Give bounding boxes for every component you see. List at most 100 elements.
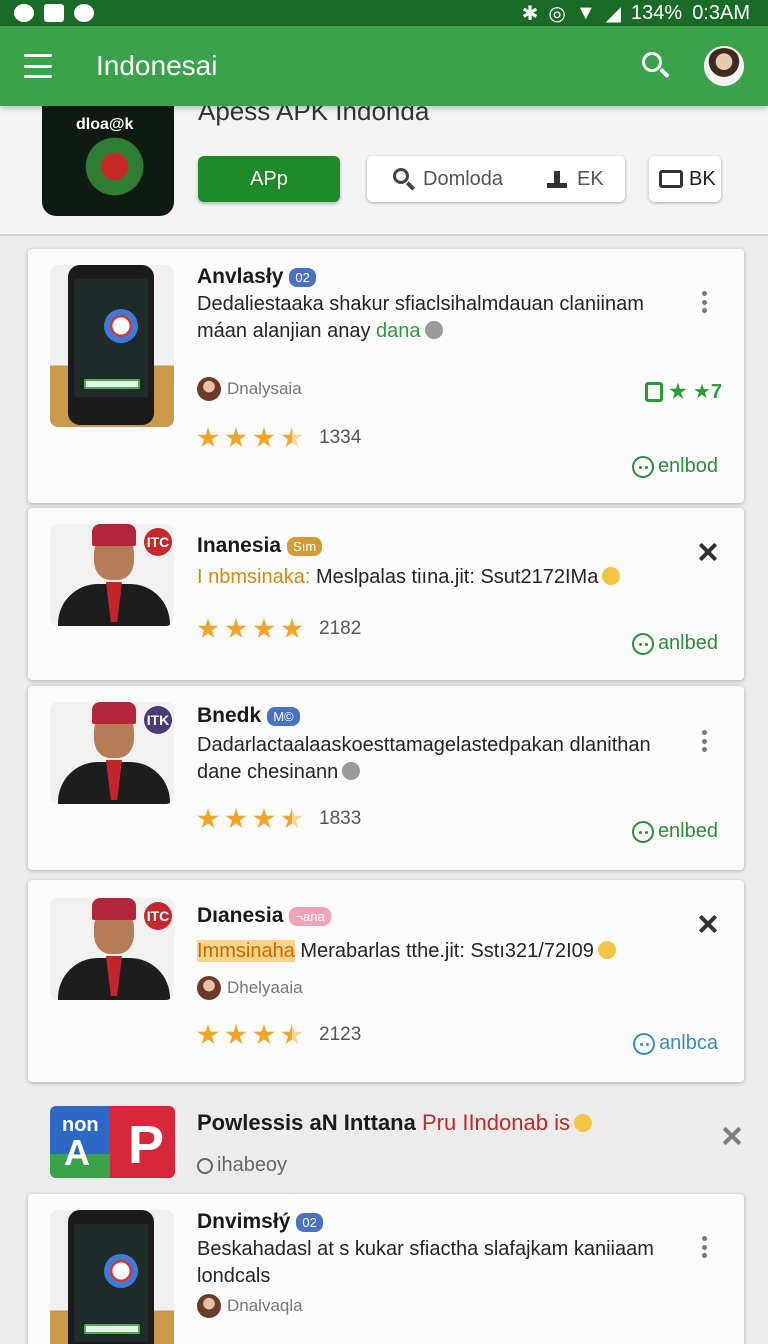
mail-icon — [44, 4, 64, 22]
app-card[interactable]: ITK Bnedk M© Dadarlactaalaaskoesttamagel… — [28, 686, 744, 870]
enable-button[interactable]: anlbca — [633, 1032, 718, 1055]
thumbnail-badge: ITC — [144, 528, 172, 556]
app-rating: 1833 — [197, 808, 361, 830]
featured-app-icon[interactable]: dloa@k — [42, 106, 174, 216]
more-options-icon[interactable] — [702, 730, 710, 752]
alert-icon — [74, 4, 94, 22]
emoji-icon — [424, 321, 443, 339]
star-icon — [253, 618, 275, 639]
promo-text: ★7 — [692, 381, 722, 403]
half-star-icon — [281, 1024, 303, 1045]
app-card[interactable]: ITC Inanesia Sım I nbmsinaka: Meslpalas … — [28, 508, 744, 680]
ad-icon-letter-a: A — [64, 1132, 90, 1173]
battery-level: 134% — [631, 1, 683, 24]
sponsored-row[interactable]: non A P Powlessis aN Inttana Pru IIndona… — [0, 1090, 768, 1190]
more-options-icon[interactable] — [702, 1236, 710, 1258]
enable-button[interactable]: enlbod — [631, 455, 718, 478]
sponsored-app-icon[interactable]: non A P — [50, 1106, 175, 1178]
bk-button[interactable]: BK — [649, 156, 721, 202]
app-card[interactable]: Anvlasły 02 Dedaliestaaka shakur sfiacls… — [28, 249, 744, 503]
author-avatar — [197, 1294, 221, 1318]
notification-icon — [14, 4, 34, 22]
thumbnail-badge: ITC — [144, 902, 172, 930]
app-rating: 1334 — [197, 427, 361, 449]
bk-button-label: BK — [689, 167, 716, 190]
app-thumbnail: ITC — [50, 524, 174, 626]
app-card[interactable]: ITC Dıanesia ¬ana Immsinaha Merabarlas t… — [28, 880, 744, 1082]
app-rating: 2123 — [197, 1024, 361, 1046]
app-tag: 02 — [289, 267, 316, 287]
menu-icon[interactable] — [24, 54, 52, 78]
close-icon[interactable] — [698, 914, 718, 934]
emoji-icon — [573, 1114, 592, 1132]
description-prefix: I nbmsinaka: — [197, 566, 311, 588]
app-title: Indonesai — [96, 50, 218, 81]
app-description: Beskahadasl at s kukar sfiactha slafajka… — [197, 1236, 697, 1290]
enable-button-label: enlbed — [657, 820, 718, 842]
more-options-icon[interactable] — [702, 291, 710, 313]
sponsored-subtitle: ihabeoy — [197, 1154, 287, 1177]
featured-app-icon-label: dloa@k — [76, 116, 134, 133]
screen-icon — [659, 170, 683, 188]
app-title: Bnedk M© — [197, 704, 300, 728]
ek-label: EK — [577, 167, 604, 190]
app-author: Dnalysaia — [197, 377, 302, 401]
enable-button-label: anlbed — [657, 632, 718, 654]
rating-count: 2123 — [319, 1024, 362, 1045]
app-button[interactable]: APp — [198, 156, 340, 202]
search-icon[interactable] — [638, 48, 674, 84]
sponsored-title-text: Powlessis aN Inttana — [197, 1110, 416, 1135]
app-tag: M© — [267, 706, 300, 726]
sponsored-title: Powlessis aN Inttana Pru IIndonab is — [197, 1110, 592, 1136]
author-name: Dnalysaia — [227, 379, 302, 398]
emoji-icon — [602, 567, 621, 585]
chat-icon — [631, 455, 654, 478]
star-icon — [669, 382, 687, 399]
app-description: Dedaliestaaka shakur sfiaclsihalmdauan c… — [197, 291, 697, 345]
star-icon — [281, 618, 303, 639]
app-thumbnail: ITC — [50, 898, 174, 1000]
app-title-text: Anvlasły — [197, 265, 284, 288]
app-description: I nbmsinaka: Meslpalas tiına.jit: Ssut21… — [197, 564, 677, 591]
description-prefix: Immsinaha — [197, 940, 295, 962]
upload-icon — [547, 169, 568, 189]
author-name: Dhelyaaia — [227, 978, 303, 997]
author-avatar — [197, 377, 221, 401]
half-star-icon — [281, 427, 303, 448]
enable-button[interactable]: enlbed — [631, 820, 718, 843]
app-title: Dıanesia ¬ana — [197, 904, 331, 928]
app-description: Immsinaha Merabarlas tthe.jit: Sstı321/7… — [197, 938, 677, 965]
close-icon[interactable] — [722, 1126, 742, 1146]
info-icon — [197, 1157, 213, 1174]
app-thumbnail: ITK — [50, 702, 174, 804]
app-title-text: Inanesia — [197, 534, 282, 557]
description-text: Merabarlas tthe.jit: Sstı321/72I09 — [300, 940, 594, 962]
app-card[interactable]: Dnvimsłý 02 Beskahadasl at s kukar sfiac… — [28, 1194, 744, 1344]
app-thumbnail — [50, 265, 174, 427]
enable-button[interactable]: anlbed — [631, 632, 718, 655]
status-bar: ✱ ◎ ▼ ◢ 134% 0:3AM — [0, 0, 768, 26]
download-button[interactable]: Domloda EK — [367, 156, 625, 202]
app-author: Dhelyaaia — [197, 976, 303, 1000]
app-title: Anvlasły 02 — [197, 265, 316, 289]
star-icon — [225, 618, 247, 639]
star-icon — [197, 808, 219, 829]
chat-icon — [633, 1032, 656, 1055]
rating-count: 1334 — [319, 427, 362, 448]
clock: 0:3AM — [692, 1, 750, 24]
featured-app-header: dloa@k Apess APK Indonda APp Domloda EK … — [0, 96, 768, 236]
profile-avatar[interactable] — [704, 46, 744, 86]
close-icon[interactable] — [698, 542, 718, 562]
phone-image — [68, 265, 154, 425]
star-icon — [253, 1024, 275, 1045]
promo-box-icon — [644, 381, 663, 402]
enable-button-label: enlbod — [657, 455, 718, 477]
sponsored-subtitle-text: ihabeoy — [217, 1154, 288, 1176]
app-bar: Indonesai — [0, 26, 768, 106]
sponsored-title-highlight: Pru IIndonab is — [421, 1110, 570, 1135]
phone-image — [68, 1210, 154, 1344]
app-tag: ¬ana — [289, 906, 331, 926]
thumbnail-badge: ITK — [144, 706, 172, 734]
star-icon — [225, 808, 247, 829]
promo-badge: ★7 — [644, 379, 722, 404]
